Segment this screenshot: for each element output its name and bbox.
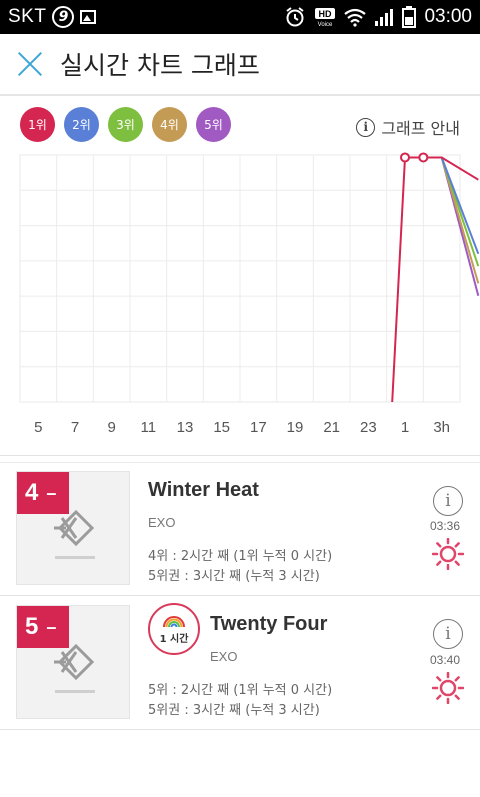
legend-rank-3[interactable]: 3위	[108, 107, 143, 142]
album-logo-icon	[54, 643, 95, 681]
rank-badge: 4–	[17, 472, 69, 514]
song-title[interactable]: Winter Heat	[148, 479, 259, 502]
legend-rank-4[interactable]: 4위	[152, 107, 187, 142]
legend-rank-1[interactable]: 1위	[20, 107, 55, 142]
rank-change: –	[46, 616, 57, 637]
rank-change: –	[46, 482, 57, 503]
wifi-icon	[344, 8, 367, 27]
data-point	[418, 152, 429, 163]
divider	[0, 455, 480, 456]
x-tick-label: 23	[360, 419, 377, 436]
album-logo-icon	[54, 509, 95, 547]
x-tick-label: 3h	[433, 419, 450, 436]
carrier-logo-icon: 9	[52, 6, 75, 28]
x-tick-label: 7	[71, 419, 79, 436]
series-line	[391, 156, 479, 403]
page-title: 실시간 차트 그래프	[60, 51, 260, 80]
svg-text:Voice: Voice	[318, 22, 333, 28]
song-info-button[interactable]: i	[433, 619, 463, 649]
x-tick-label: 9	[107, 419, 115, 436]
legend-rank-5[interactable]: 5위	[196, 107, 231, 142]
sun-icon[interactable]	[432, 538, 464, 570]
info-icon: i	[356, 117, 376, 137]
battery-icon	[402, 6, 417, 28]
x-tick-label: 5	[34, 419, 42, 436]
artist-name[interactable]: EXO	[210, 649, 237, 664]
rank-badge: 5–	[17, 606, 69, 648]
signal-icon	[375, 9, 394, 26]
hour-badge-label: 1 시간	[159, 633, 189, 645]
series-line	[405, 156, 480, 284]
x-tick-label: 15	[213, 419, 230, 436]
x-tick-label: 17	[250, 419, 267, 436]
image-notification-icon	[80, 10, 97, 24]
status-bar: SKT 9 HD Voice 03:00	[0, 0, 480, 34]
album-caption	[55, 556, 95, 559]
rank-stat: 5위 : 2시간 째 (1위 누적 0 시간)	[148, 683, 333, 698]
clock: 03:00	[424, 6, 472, 27]
close-icon[interactable]	[16, 50, 44, 78]
x-tick-label: 13	[177, 419, 194, 436]
rank-number: 5	[25, 613, 39, 640]
top5-stat: 5위권 : 3시간 째 (누적 3 시간)	[148, 569, 320, 584]
realtime-chart: 5 7 9 11 13 15 17 19 21 23 1 3h	[0, 150, 480, 440]
artist-name[interactable]: EXO	[148, 515, 175, 530]
legend-rank-2[interactable]: 2위	[64, 107, 99, 142]
rank-number: 4	[25, 479, 39, 506]
hd-voice-icon: HD Voice	[315, 8, 336, 28]
x-tick-label: 19	[287, 419, 304, 436]
chart-svg: 5 7 9 11 13 15 17 19 21 23 1 3h	[19, 152, 480, 436]
song-title[interactable]: Twenty Four	[210, 613, 327, 636]
list-item[interactable]: 4– Winter Heat EXO 4위 : 2시간 째 (1위 누적 0 시…	[0, 463, 480, 593]
list-item[interactable]: 5– 1 시간 Twenty Four EXO 5위 : 2시간 째 (1위 누…	[0, 597, 480, 727]
rank-stat: 4위 : 2시간 째 (1위 누적 0 시간)	[148, 549, 333, 564]
svg-text:HD: HD	[319, 9, 332, 19]
carrier-name: SKT	[8, 6, 47, 27]
song-info-button[interactable]: i	[433, 486, 463, 516]
sun-icon[interactable]	[432, 672, 464, 704]
app-bar: 실시간 차트 그래프	[0, 34, 480, 96]
x-tick-label: 11	[141, 419, 157, 436]
divider	[0, 729, 480, 730]
divider	[0, 595, 480, 596]
album-caption	[55, 690, 95, 693]
x-tick-label: 21	[323, 419, 340, 436]
data-point	[400, 152, 410, 163]
rainbow-icon	[163, 615, 185, 627]
hour-badge: 1 시간	[148, 603, 200, 655]
x-tick-label: 1	[401, 419, 409, 436]
song-duration: 03:40	[430, 653, 461, 667]
graph-guide-button[interactable]: i 그래프 안내	[356, 115, 460, 139]
song-duration: 03:36	[430, 519, 461, 533]
alarm-icon	[286, 7, 305, 27]
top5-stat: 5위권 : 3시간 째 (누적 3 시간)	[148, 703, 320, 718]
album-cover: 4–	[16, 471, 130, 585]
rank-legend: 1위 2위 3위 4위 5위	[20, 107, 231, 142]
graph-guide-label: 그래프 안내	[381, 119, 460, 138]
album-cover: 5–	[16, 605, 130, 719]
